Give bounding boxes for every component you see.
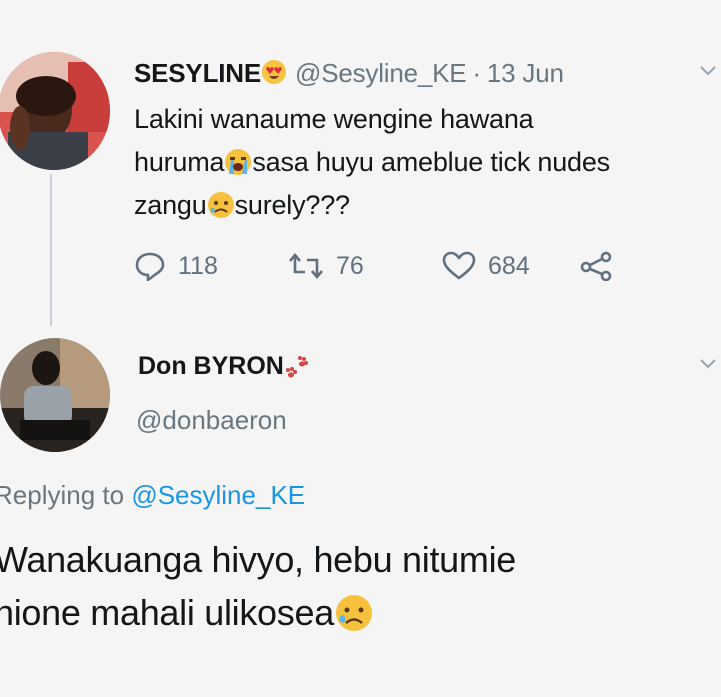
tweet-actions: 118 76 684 [134,246,626,286]
tweet-text-fragment: huruma [134,147,225,177]
reply-icon [135,252,165,281]
tweet-date[interactable]: 13 Jun [487,58,564,88]
tweet-text-line: huruma sasa huyu ameblue tick nudes [134,141,721,184]
sad-sweat-face-emoji-icon [334,593,374,633]
tweet-text-fragment: sasa huyu ameblue tick nudes [252,147,610,177]
reply-text-fragment: nione mahali ulikosea [0,592,334,633]
share-icon [580,251,612,281]
tweet-header: SESYLINE @Sesyline_KE · 13 Jun [134,58,564,89]
retweet-icon [289,252,323,280]
display-name[interactable]: SESYLINE [134,58,261,88]
chevron-down-icon[interactable] [699,357,717,371]
worried-face-emoji-icon [207,189,235,218]
tweet-text: Lakini wanaume wengine hawana huruma sas… [134,98,721,227]
tweet-text-line: zangu surely??? [134,184,721,227]
retweet-count: 76 [336,251,364,280]
avatar[interactable] [0,52,110,170]
share-button[interactable] [580,251,626,281]
chevron-down-icon[interactable] [699,64,717,78]
like-button[interactable]: 684 [442,251,596,281]
reply-button[interactable]: 118 [134,251,288,281]
replying-to: Replying to @Sesyline_KE [0,480,305,511]
paw-prints-emoji-icon [284,354,310,380]
replying-to-label: Replying to [0,480,125,510]
separator: · [472,58,481,88]
reply-handle[interactable]: @donbaeron [136,405,287,436]
heart-icon [442,251,476,280]
reply-text: Wanakuanga hivyo, hebu nitumie nione mah… [0,533,721,639]
reply-text-line: nione mahali ulikosea [0,586,721,639]
handle[interactable]: @Sesyline_KE [295,58,467,88]
tweet-text-fragment: zangu [134,190,207,220]
reply-display-name[interactable]: Don BYRON [138,352,310,381]
avatar[interactable] [0,338,110,452]
original-tweet[interactable]: SESYLINE @Sesyline_KE · 13 Jun Lakini wana… [0,0,721,330]
reply-count: 118 [178,251,218,280]
display-name[interactable]: Don BYRON [138,352,284,380]
heart-eyes-emoji-icon [261,59,287,85]
thread-line [50,174,52,326]
like-count: 684 [488,251,530,280]
tweet-text-line: Lakini wanaume wengine hawana [134,104,534,134]
replying-to-handle-link[interactable]: @Sesyline_KE [131,480,305,510]
reply-text-line: Wanakuanga hivyo, hebu nitumie [0,539,517,580]
retweet-button[interactable]: 76 [288,252,442,281]
crying-face-emoji-icon [224,146,252,175]
tweet-text-fragment: surely??? [234,190,350,220]
